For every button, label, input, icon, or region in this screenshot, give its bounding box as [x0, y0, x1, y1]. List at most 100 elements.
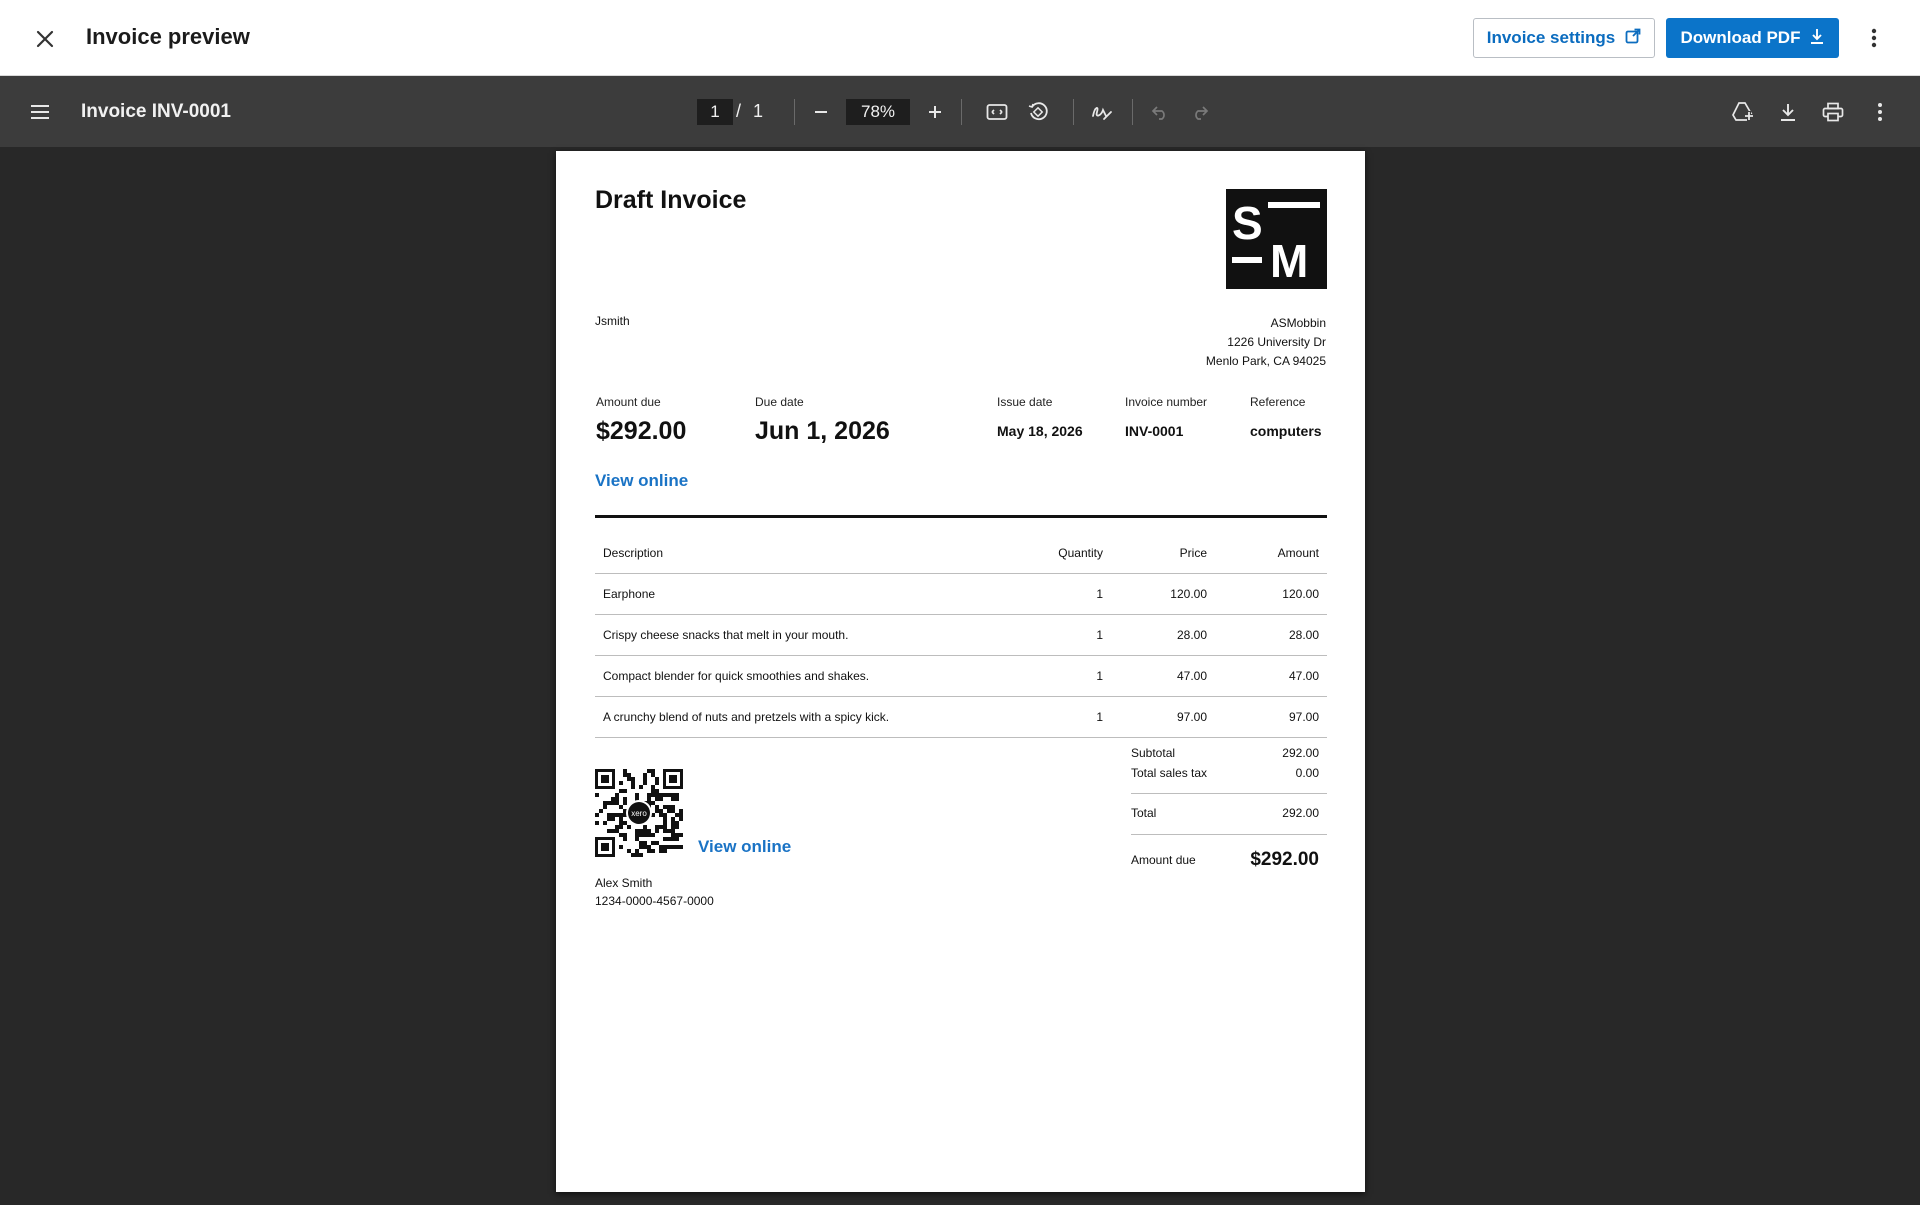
invoice-settings-label: Invoice settings [1486, 28, 1616, 47]
amount-due-summary-value: $292.00 [1250, 849, 1319, 870]
org-address-line2: Menlo Park, CA 94025 [1205, 354, 1326, 368]
view-online-link-secondary[interactable]: View online [698, 837, 791, 857]
qr-badge-text: xero [631, 809, 647, 818]
item-amount: 28.00 [1215, 614, 1327, 656]
column-header-quantity: Quantity [1021, 533, 1111, 574]
reference-block: Reference computers [1250, 395, 1322, 439]
fit-to-page-icon[interactable] [981, 96, 1013, 128]
download-pdf-button[interactable]: Download PDF [1666, 18, 1839, 58]
payee-details: Alex Smith 1234-0000-4567-0000 [595, 874, 714, 910]
toolbar-divider [961, 99, 962, 125]
item-amount: 97.00 [1215, 696, 1327, 738]
menu-icon[interactable] [24, 96, 56, 128]
invoice-number-block: Invoice number INV-0001 [1125, 395, 1207, 439]
column-header-price: Price [1111, 533, 1215, 574]
organisation-address: ASMobbin 1226 University Dr Menlo Park, … [1206, 314, 1326, 371]
download-icon[interactable] [1772, 96, 1804, 128]
client-name: Jsmith [595, 314, 630, 328]
zoom-in-icon[interactable] [919, 96, 951, 128]
close-icon[interactable] [28, 22, 62, 56]
item-quantity: 1 [1021, 614, 1111, 656]
table-header-row: Description Quantity Price Amount [595, 533, 1327, 574]
table-row: Compact blender for quick smoothies and … [595, 655, 1327, 697]
amount-due-row: Amount due $292.00 [1131, 849, 1327, 871]
page-title: Invoice preview [86, 24, 250, 49]
issue-date-block: Issue date May 18, 2026 [997, 395, 1083, 439]
svg-text:S: S [1232, 197, 1263, 249]
item-price: 120.00 [1111, 573, 1215, 615]
total-label: Total [1131, 806, 1157, 820]
view-online-link[interactable]: View online [595, 471, 688, 491]
payee-account-number: 1234-0000-4567-0000 [595, 894, 714, 908]
item-price: 28.00 [1111, 614, 1215, 656]
amount-due-block: Amount due $292.00 [596, 395, 686, 446]
svg-text:M: M [1270, 235, 1308, 287]
page-separator: / [736, 101, 742, 121]
org-address-line1: 1226 University Dr [1227, 335, 1326, 349]
issue-date-label: Issue date [997, 395, 1053, 409]
amount-due-value: $292.00 [596, 417, 687, 445]
item-description: Crispy cheese snacks that melt in your m… [595, 614, 1021, 656]
line-items-table: Description Quantity Price Amount Earpho… [595, 533, 1327, 738]
amount-due-label: Amount due [596, 395, 661, 409]
item-quantity: 1 [1021, 573, 1111, 615]
zoom-out-icon[interactable] [805, 96, 837, 128]
reference-value: computers [1250, 423, 1322, 439]
subtotal-row: Subtotal 292.00 [1131, 746, 1327, 760]
redo-icon[interactable] [1184, 96, 1216, 128]
download-pdf-label: Download PDF [1680, 28, 1801, 47]
total-row: Total 292.00 [1131, 806, 1327, 820]
rotate-icon[interactable] [1022, 96, 1054, 128]
document-title: Invoice INV-0001 [81, 101, 231, 122]
amount-due-summary-label: Amount due [1131, 853, 1196, 867]
invoice-page: Draft Invoice S M Jsmith ASMobbin 1226 U… [556, 151, 1365, 1192]
item-description: Compact blender for quick smoothies and … [595, 655, 1021, 697]
totals-divider [1131, 834, 1327, 835]
sales-tax-label: Total sales tax [1131, 766, 1208, 780]
due-date-label: Due date [755, 395, 804, 409]
totals-summary: Subtotal 292.00 Total sales tax 0.00 Tot… [1131, 746, 1327, 871]
item-price: 97.00 [1111, 696, 1215, 738]
org-name: ASMobbin [1270, 316, 1326, 330]
issue-date-value: May 18, 2026 [997, 423, 1083, 439]
page-number-input[interactable]: 1 [697, 99, 733, 125]
draw-annotation-icon[interactable] [1086, 96, 1118, 128]
more-options-icon[interactable] [1864, 96, 1896, 128]
column-header-amount: Amount [1215, 533, 1327, 574]
item-description: A crunchy blend of nuts and pretzels wit… [595, 696, 1021, 738]
table-row: A crunchy blend of nuts and pretzels wit… [595, 696, 1327, 738]
item-description: Earphone [595, 573, 1021, 615]
download-icon [1810, 28, 1824, 49]
invoice-settings-button[interactable]: Invoice settings [1473, 18, 1655, 58]
due-date-value: Jun 1, 2026 [755, 417, 890, 445]
item-price: 47.00 [1111, 655, 1215, 697]
subtotal-label: Subtotal [1131, 746, 1176, 760]
undo-icon[interactable] [1144, 96, 1176, 128]
item-quantity: 1 [1021, 696, 1111, 738]
app-header: Invoice preview Invoice settings Downloa… [0, 0, 1920, 76]
column-header-description: Description [595, 533, 1021, 574]
zoom-input[interactable]: 78% [846, 99, 910, 125]
invoice-heading: Draft Invoice [595, 186, 747, 214]
section-divider [595, 515, 1327, 518]
payment-qr-code[interactable]: xero [595, 769, 683, 857]
table-row: Earphone 1 120.00 120.00 [595, 573, 1327, 615]
more-options-icon[interactable] [1860, 22, 1888, 54]
add-to-drive-icon[interactable] [1727, 96, 1759, 128]
toolbar-divider [794, 99, 795, 125]
payee-name: Alex Smith [595, 876, 653, 890]
pdf-viewer-toolbar: Invoice INV-0001 1 / 1 78% [0, 76, 1920, 147]
total-value: 292.00 [1282, 806, 1319, 820]
company-logo: S M [1226, 189, 1327, 289]
totals-divider [1131, 793, 1327, 794]
subtotal-value: 292.00 [1282, 746, 1319, 760]
invoice-number-value: INV-0001 [1125, 423, 1184, 439]
sales-tax-value: 0.00 [1295, 766, 1319, 780]
toolbar-divider [1073, 99, 1074, 125]
item-amount: 120.00 [1215, 573, 1327, 615]
item-amount: 47.00 [1215, 655, 1327, 697]
table-row: Crispy cheese snacks that melt in your m… [595, 614, 1327, 656]
toolbar-divider [1132, 99, 1133, 125]
print-icon[interactable] [1817, 96, 1849, 128]
sales-tax-row: Total sales tax 0.00 [1131, 766, 1327, 780]
